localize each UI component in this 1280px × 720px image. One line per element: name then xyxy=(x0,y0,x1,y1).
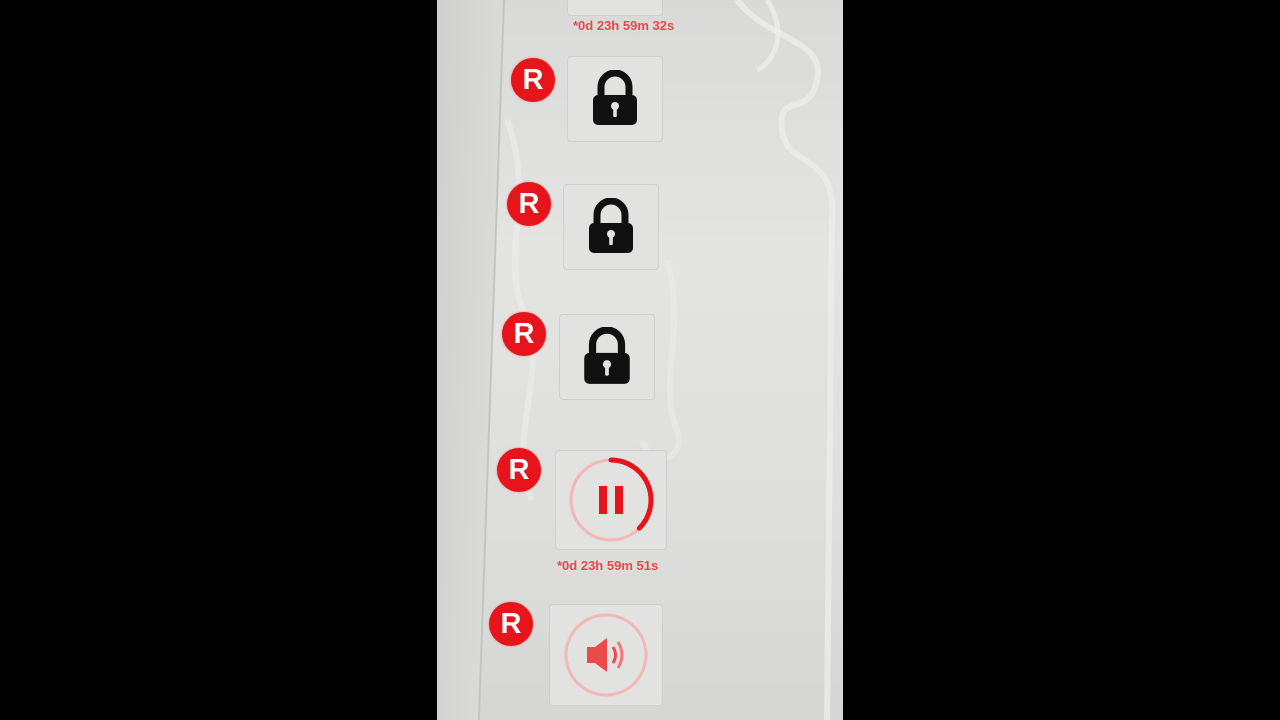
reset-badge[interactable]: R xyxy=(511,58,555,102)
level-tile-locked[interactable] xyxy=(567,56,663,142)
level-tile-locked[interactable] xyxy=(559,314,655,400)
reset-badge[interactable]: R xyxy=(497,448,541,492)
level-tile-paused[interactable] xyxy=(555,450,667,550)
video-frame: *0d 23h 59m 32s R R R R *0d 23h 59m 51s … xyxy=(0,0,1280,720)
phone-screen: *0d 23h 59m 32s R R R R *0d 23h 59m 51s … xyxy=(437,0,843,720)
level-tile-locked[interactable] xyxy=(563,184,659,270)
pause-icon[interactable] xyxy=(565,454,657,546)
reset-badge[interactable]: R xyxy=(502,312,546,356)
lock-icon xyxy=(589,198,633,253)
reset-badge[interactable]: R xyxy=(507,182,551,226)
reset-badge[interactable]: R xyxy=(489,602,533,646)
lock-icon xyxy=(584,327,630,384)
level-tile-audio[interactable] xyxy=(549,604,663,706)
countdown-timer: *0d 23h 59m 51s xyxy=(557,558,659,573)
level-tile-partial[interactable] xyxy=(567,0,663,16)
top-timer-text: *0d 23h 59m 32s xyxy=(573,18,675,33)
lock-icon xyxy=(593,70,637,125)
speaker-icon[interactable] xyxy=(560,609,652,701)
